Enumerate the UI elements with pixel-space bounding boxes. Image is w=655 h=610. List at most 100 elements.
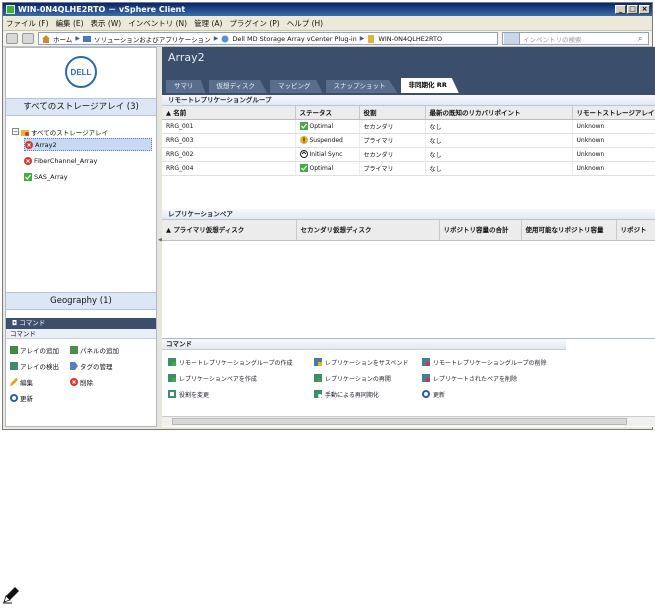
add-panel-command[interactable]: パネルの追加: [70, 344, 150, 356]
group-recovery-point: なし: [425, 133, 573, 148]
table-row[interactable]: RRG_001 Optimal セカンダリ なし Unknown: [162, 119, 655, 134]
breadcrumb-home[interactable]: ホーム: [53, 34, 72, 44]
command-label: 更新: [20, 395, 33, 403]
back-button[interactable]: [6, 33, 18, 44]
plugin-icon: [221, 35, 229, 42]
storage-arrays-header[interactable]: すべてのストレージアレイ (3): [6, 98, 156, 116]
close-button[interactable]: ×: [639, 5, 650, 14]
command-label: 編集: [20, 379, 33, 387]
create-pair-command[interactable]: レプリケーションペアを作成: [168, 372, 314, 384]
group-remote-array: Unknown: [572, 133, 655, 148]
suspend-replication-command[interactable]: レプリケーションをサスペンド: [314, 356, 422, 368]
menu-help[interactable]: ヘルプ (H): [287, 18, 323, 29]
group-role: プライマリ: [359, 161, 426, 176]
command-label: アレイの検出: [20, 363, 59, 371]
refresh-command[interactable]: 更新: [422, 388, 572, 400]
replication-groups-table: ▲ 名前 ステータス 役割 最新の既知のリカバリポイント リモートストレージアレ…: [162, 106, 655, 176]
add-array-icon: [10, 346, 18, 354]
tree-item-label: Array2: [35, 140, 57, 149]
tree-item-sas[interactable]: SAS_Array: [24, 170, 152, 183]
solutions-icon: [82, 35, 91, 42]
menu-file[interactable]: ファイル (F): [6, 18, 49, 29]
group-role: セカンダリ: [359, 147, 426, 162]
table-row[interactable]: RRG_003 Suspended プライマリ なし Unknown: [162, 133, 655, 148]
menu-admin[interactable]: 管理 (A): [194, 18, 222, 29]
group-recovery-point: なし: [425, 147, 573, 162]
search-box[interactable]: インベントリの検索 ⌕: [502, 32, 649, 45]
maximize-button[interactable]: □: [627, 5, 638, 14]
search-input[interactable]: インベントリの検索: [520, 34, 638, 44]
tree-item-array2[interactable]: Array2: [24, 138, 152, 151]
discover-array-command[interactable]: アレイの検出: [10, 360, 70, 372]
breadcrumb-separator-icon: ▶: [359, 35, 365, 42]
search-icon[interactable]: ⌕: [638, 34, 648, 44]
command-bar[interactable]: ◘ コマンド: [6, 318, 156, 329]
command-label: 更新: [433, 391, 446, 399]
replication-pairs-section: レプリケーションペア: [162, 209, 655, 220]
column-name[interactable]: ▲ 名前: [162, 106, 296, 120]
column-role[interactable]: 役割: [359, 106, 426, 120]
command-label: 削除: [80, 379, 93, 387]
folder-icon: [21, 129, 29, 136]
tree-item-fiberchannel[interactable]: FiberChannel_Array: [24, 154, 152, 167]
resume-icon: [314, 374, 322, 382]
create-group-icon: [168, 358, 176, 366]
minimize-button[interactable]: _: [615, 5, 626, 14]
tab-async-rr[interactable]: 非同期化 RR: [400, 78, 459, 93]
horizontal-scrollbar[interactable]: [162, 416, 655, 426]
manage-tags-command[interactable]: タグの管理: [70, 360, 150, 372]
group-name: RRG_003: [162, 133, 296, 148]
breadcrumb-solutions[interactable]: ソリューションおよびアプリケーション: [94, 34, 211, 44]
ok-check-icon: [24, 172, 32, 181]
search-scope-dropdown[interactable]: [504, 33, 520, 44]
menu-edit[interactable]: 編集 (E): [56, 18, 84, 29]
breadcrumb-plugin[interactable]: Dell MD Storage Array vCenter Plug-in: [232, 35, 356, 43]
column-recovery-point[interactable]: 最新の既知のリカバリポイント: [425, 106, 573, 120]
table-row[interactable]: RRG_002 Initial Sync セカンダリ なし Unknown: [162, 147, 655, 162]
refresh-command[interactable]: 更新: [10, 392, 70, 404]
menu-plugins[interactable]: プラグイン (P): [229, 18, 279, 29]
column-repository[interactable]: リポジト: [616, 220, 655, 241]
breadcrumb-server[interactable]: WIN-0N4QLHE2RTO: [378, 35, 442, 43]
breadcrumb-separator-icon: ▶: [75, 35, 80, 42]
tree-root-label: すべてのストレージアレイ: [31, 128, 109, 137]
menu-view[interactable]: 表示 (W): [91, 18, 122, 29]
column-status[interactable]: ステータス: [295, 106, 360, 120]
delete-command[interactable]: 削除: [70, 376, 150, 388]
column-repository-available[interactable]: 使用可能なリポジトリ容量: [521, 220, 617, 241]
delete-pair-command[interactable]: レプリケートされたペアを削除: [422, 372, 572, 384]
column-remote-array[interactable]: リモートストレージアレイ: [572, 106, 655, 120]
tree-item-label: SAS_Array: [34, 172, 68, 181]
column-repository-total[interactable]: リポジトリ容量の合計: [439, 220, 522, 241]
tree-root[interactable]: − すべてのストレージアレイ: [12, 125, 152, 138]
edit-command[interactable]: 編集: [10, 376, 70, 388]
tab-mapping[interactable]: マッピング: [270, 80, 323, 93]
command-bar-label: コマンド: [19, 319, 46, 327]
scrollbar-thumb[interactable]: [172, 418, 627, 425]
delete-group-command[interactable]: リモートレプリケーショングループの削除: [422, 356, 572, 368]
delete-icon: [70, 378, 78, 386]
server-icon: [368, 34, 375, 43]
create-group-command[interactable]: リモートレプリケーショングループの作成: [168, 356, 314, 368]
change-role-command[interactable]: 役割を変更: [168, 388, 314, 400]
tab-snapshots[interactable]: スナップショット: [325, 80, 398, 93]
tab-summary[interactable]: サマリ: [166, 80, 206, 93]
delete-group-icon: [422, 358, 430, 366]
geography-header[interactable]: Geography (1): [6, 292, 156, 310]
note-pencil-icon: [3, 587, 19, 604]
command-label: パネルの追加: [80, 347, 119, 355]
status-text: Suspended: [309, 136, 343, 144]
column-secondary-disk[interactable]: セカンダリ仮想ディスク: [296, 220, 440, 241]
forward-button[interactable]: [22, 33, 34, 44]
resume-replication-command[interactable]: レプリケーションの再開: [314, 372, 422, 384]
menu-inventory[interactable]: インベントリ (N): [128, 18, 187, 29]
table-header-row: ▲ プライマリ仮想ディスク セカンダリ仮想ディスク リポジトリ容量の合計 使用可…: [162, 220, 655, 241]
tab-virtual-disks[interactable]: 仮想ディスク: [208, 80, 268, 93]
add-array-command[interactable]: アレイの追加: [10, 344, 70, 356]
collapse-icon[interactable]: −: [12, 128, 19, 135]
refresh-icon: [10, 394, 18, 402]
table-row[interactable]: RRG_004 Optimal プライマリ なし Unknown: [162, 161, 655, 176]
right-panel: Array2 サマリ 仮想ディスク マッピング スナップショット 非同期化 RR…: [162, 47, 655, 427]
column-primary-disk[interactable]: ▲ プライマリ仮想ディスク: [162, 220, 297, 241]
manual-resync-command[interactable]: 手動による再同期化: [314, 388, 422, 400]
